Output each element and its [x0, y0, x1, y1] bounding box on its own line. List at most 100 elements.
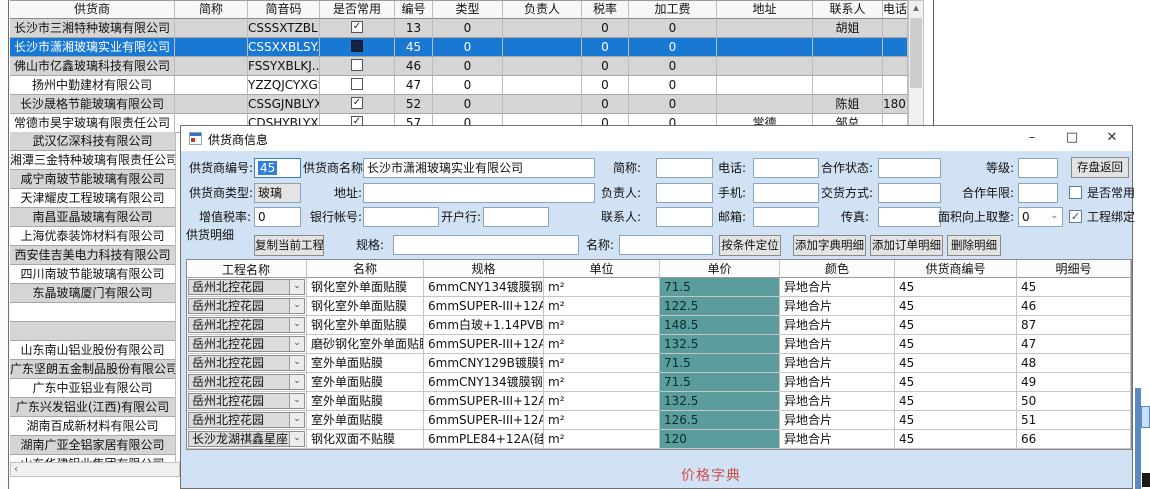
bank-account-field[interactable]: [363, 207, 439, 227]
col-header-code[interactable]: 简音码: [248, 1, 320, 19]
supplier-list-item[interactable]: 广东坚朗五金制品股份有限公司: [10, 360, 175, 379]
dcol-color[interactable]: 颜色: [780, 260, 895, 278]
supplier-list-item[interactable]: 上海优泰装饰材料有限公司: [10, 227, 175, 246]
coop-years-field[interactable]: [1018, 183, 1058, 203]
supplier-list-item[interactable]: [10, 322, 175, 341]
chevron-down-icon[interactable]: ⌄: [1048, 208, 1061, 226]
col-header-id[interactable]: 编号: [395, 1, 433, 19]
delete-detail-button[interactable]: 删除明细: [947, 235, 1001, 256]
supplier-list-item[interactable]: 武汉亿深科技有限公司: [10, 132, 175, 151]
locate-button[interactable]: 按条件定位: [719, 235, 781, 256]
dialog-titlebar[interactable]: 供货商信息 – □ ✕: [181, 126, 1132, 151]
supplier-list-item[interactable]: 湘潭三金特种玻璃有限责任公司: [10, 151, 175, 170]
copy-project-button[interactable]: 复制当前工程: [254, 235, 324, 256]
common-checkbox[interactable]: ✓: [351, 40, 363, 52]
supplier-list-item[interactable]: 南昌亚晶玻璃有限公司: [10, 208, 175, 227]
add-order-detail-button[interactable]: 添加订单明细: [870, 235, 943, 256]
detail-row[interactable]: 岳州北控花园 ⌄ 室外单面贴膜 6mmCNY129B镀膜钢化 m² 71.5 异…: [187, 354, 1131, 373]
area-round-select[interactable]: 0⌄: [1018, 207, 1063, 227]
col-header-supplier[interactable]: 供货商: [10, 1, 175, 19]
scrollbar-thumb[interactable]: [910, 18, 922, 88]
contact-field[interactable]: [656, 207, 713, 227]
supplier-list-item[interactable]: 湖南百成新材料有限公司: [10, 417, 175, 436]
supplier-row[interactable]: 扬州中勤建材有限公司 YZZQJCYXGS ✓ 47 0 0 0: [10, 76, 908, 95]
project-combobox[interactable]: 岳州北控花园 ⌄: [188, 355, 305, 371]
project-combobox[interactable]: 岳州北控花园 ⌄: [188, 336, 305, 352]
supplier-row[interactable]: 长沙市三湘特种玻璃有限公司 CSSSXTZBL... ✓ 13 0 0 0 胡姐: [10, 19, 908, 38]
common-checkbox[interactable]: ✓: [351, 78, 363, 90]
detail-row[interactable]: 岳州北控花园 ⌄ 钢化室外单面贴膜 6mmSUPER-III+12A(硅... …: [187, 297, 1131, 316]
supplier-list-item[interactable]: 山东南山铝业股份有限公司: [10, 341, 175, 360]
close-button[interactable]: ✕: [1092, 126, 1132, 151]
supplier-list-item[interactable]: 天津耀皮工程玻璃有限公司: [10, 189, 175, 208]
supplier-list-item[interactable]: 西安佳吉美电力科技有限公司: [10, 246, 175, 265]
dcol-supplier-id[interactable]: 供货商编号: [895, 260, 1017, 278]
supplier-list-item[interactable]: [10, 303, 175, 322]
chevron-down-icon[interactable]: ⌄: [289, 432, 304, 446]
dcol-project[interactable]: 工程名称: [187, 260, 307, 278]
detail-row[interactable]: 岳州北控花园 ⌄ 钢化室外单面贴膜 6mm白玻+1.14PVB+6mm... m…: [187, 316, 1131, 335]
detail-row[interactable]: 岳州北控花园 ⌄ 室外单面贴膜 6mmSUPER-III+12A(硅... m²…: [187, 392, 1131, 411]
project-combobox[interactable]: 岳州北控花园 ⌄: [188, 298, 305, 314]
project-combobox[interactable]: 岳州北控花园 ⌄: [188, 374, 305, 390]
dcol-unit[interactable]: 单位: [544, 260, 660, 278]
dcol-price[interactable]: 单价: [660, 260, 780, 278]
col-header-contact[interactable]: 联系人: [813, 1, 883, 19]
bank-name-field[interactable]: [483, 207, 549, 227]
scroll-up-icon[interactable]: ▲: [909, 1, 923, 17]
chevron-down-icon[interactable]: ⌄: [289, 318, 304, 332]
project-combobox[interactable]: 岳州北控花园 ⌄: [188, 317, 305, 333]
dcol-name[interactable]: 名称: [307, 260, 424, 278]
chevron-down-icon[interactable]: ⌄: [289, 280, 304, 294]
fax-field[interactable]: [878, 207, 941, 227]
dcol-detail-id[interactable]: 明细号: [1017, 260, 1131, 278]
detail-row[interactable]: 岳州北控花园 ⌄ 室外单面贴膜 6mmCNY134镀膜钢化 m² 71.5 异地…: [187, 373, 1131, 392]
col-header-fee[interactable]: 加工费: [629, 1, 717, 19]
grid-horizontal-scrollbar[interactable]: ‹: [10, 462, 180, 477]
supplier-row[interactable]: 长沙晟格节能玻璃有限公司 CSSGJNBLYXGS ✓ 52 0 0 0 陈姐 …: [10, 95, 908, 114]
detail-row[interactable]: 长沙龙湖祺鑫星座 ⌄ 钢化双面不贴膜 6mmPLE84+12A(硅酮胶... m…: [187, 430, 1131, 449]
project-combobox[interactable]: 岳州北控花园 ⌄: [188, 412, 305, 428]
common-checkbox[interactable]: ✓: [351, 97, 363, 109]
vat-rate-field[interactable]: 0: [254, 207, 301, 227]
col-header-address[interactable]: 地址: [717, 1, 813, 19]
coop-status-field[interactable]: [878, 158, 941, 178]
supplier-row[interactable]: 佛山市亿鑫玻璃科技有限公司 FSSYXBLKJ... ✓ 46 0 0 0: [10, 57, 908, 76]
common-checkbox[interactable]: ✓: [351, 21, 363, 33]
phone-field[interactable]: [753, 158, 819, 178]
minimize-button[interactable]: –: [1012, 126, 1052, 151]
chevron-down-icon[interactable]: ⌄: [289, 337, 304, 351]
scroll-left-icon[interactable]: ‹: [14, 463, 18, 476]
common-checkbox[interactable]: ✓: [351, 59, 363, 71]
project-binding-checkbox[interactable]: ✓: [1069, 210, 1082, 223]
col-header-phone[interactable]: 电话: [883, 1, 908, 19]
supplier-name-field[interactable]: 长沙市潇湘玻璃实业有限公司: [363, 158, 595, 178]
grade-field[interactable]: [1018, 158, 1058, 178]
supplier-list-item[interactable]: 广东中亚铝业有限公司: [10, 379, 175, 398]
short-name-field[interactable]: [656, 158, 713, 178]
supplier-list-item[interactable]: 湖南广亚全铝家居有限公司: [10, 436, 175, 455]
supplier-list-item[interactable]: 东晶玻璃厦门有限公司: [10, 284, 175, 303]
col-header-short[interactable]: 简称: [175, 1, 248, 19]
detail-row[interactable]: 岳州北控花园 ⌄ 磨砂钢化室外单面贴膜 6mmSUPER-III+12A(硅..…: [187, 335, 1131, 354]
chevron-down-icon[interactable]: ⌄: [289, 413, 304, 427]
add-dict-detail-button[interactable]: 添加字典明细: [793, 235, 866, 256]
col-header-common[interactable]: 是否常用: [320, 1, 395, 19]
save-return-button[interactable]: 存盘返回: [1071, 157, 1129, 178]
project-combobox[interactable]: 长沙龙湖祺鑫星座 ⌄: [188, 431, 305, 447]
supplier-row[interactable]: 长沙市潇湘玻璃实业有限公司 CSSXXBLSY... ✓ 45 0 0 0: [10, 38, 908, 57]
chevron-down-icon[interactable]: ⌄: [289, 299, 304, 313]
supplier-list-item[interactable]: 咸宁南玻节能玻璃有限公司: [10, 170, 175, 189]
address-field[interactable]: [363, 183, 595, 203]
manager-field[interactable]: [656, 183, 713, 203]
project-combobox[interactable]: 岳州北控花园 ⌄: [188, 279, 305, 295]
col-header-type[interactable]: 类型: [433, 1, 503, 19]
col-header-manager[interactable]: 负责人: [503, 1, 582, 19]
supplier-id-field[interactable]: 45: [254, 158, 301, 178]
chevron-down-icon[interactable]: ⌄: [289, 356, 304, 370]
chevron-down-icon[interactable]: ⌄: [289, 394, 304, 408]
is-common-checkbox[interactable]: ✓: [1069, 186, 1082, 199]
supplier-list-item[interactable]: 四川南玻节能玻璃有限公司: [10, 265, 175, 284]
detail-row[interactable]: 岳州北控花园 ⌄ 室外单面贴膜 6mmSUPER-III+12A(硅... m²…: [187, 411, 1131, 430]
supplier-list-item[interactable]: 山东华建铝业集团有限公司: [10, 455, 175, 462]
